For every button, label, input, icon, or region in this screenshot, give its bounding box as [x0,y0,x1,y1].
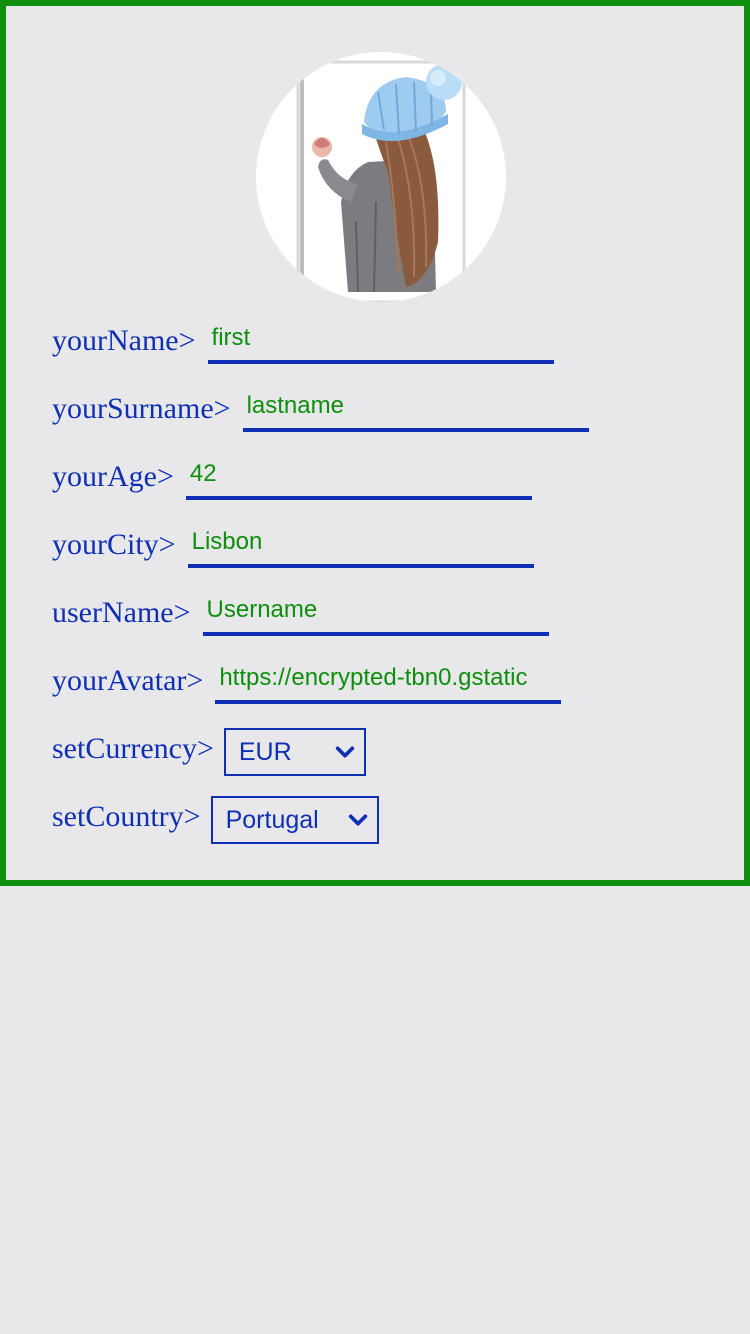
chevron-down-icon [348,814,367,826]
age-row: yourAge> 42 [52,460,532,500]
age-label: yourAge> [52,460,174,493]
username-input[interactable]: Username [202,592,549,636]
avatar-url-input[interactable]: https://encrypted-tbn0.gstatic [215,660,562,704]
country-selected-value: Portugal [225,805,319,834]
avatar-url-label: yourAvatar> [52,664,204,697]
surname-row: yourSurname> lastname [52,392,589,432]
avatar-url-row: yourAvatar> https://encrypted-tbn0.gstat… [52,664,562,704]
country-row: setCountry> Portugal [52,796,379,844]
chevron-down-icon [335,746,355,758]
username-row: userName> Username [52,596,549,636]
username-label: userName> [52,596,191,629]
currency-select[interactable]: EUR [223,728,366,776]
name-input[interactable]: first [207,320,554,364]
country-label: setCountry> [52,800,201,833]
name-row: yourName> first [52,324,554,364]
avatar-image [296,60,466,302]
name-label: yourName> [52,324,196,357]
country-select[interactable]: Portugal [210,796,379,844]
currency-selected-value: EUR [238,737,292,766]
currency-row: setCurrency> EUR [52,728,366,776]
city-input[interactable]: Lisbon [187,524,534,568]
surname-input[interactable]: lastname [242,388,589,432]
currency-label: setCurrency> [52,732,214,765]
city-row: yourCity> Lisbon [52,528,534,568]
age-input[interactable]: 42 [185,456,532,500]
avatar [256,52,506,302]
profile-form-panel: yourName> first yourSurname> lastname yo… [0,0,750,886]
city-label: yourCity> [52,528,176,561]
surname-label: yourSurname> [52,392,231,425]
